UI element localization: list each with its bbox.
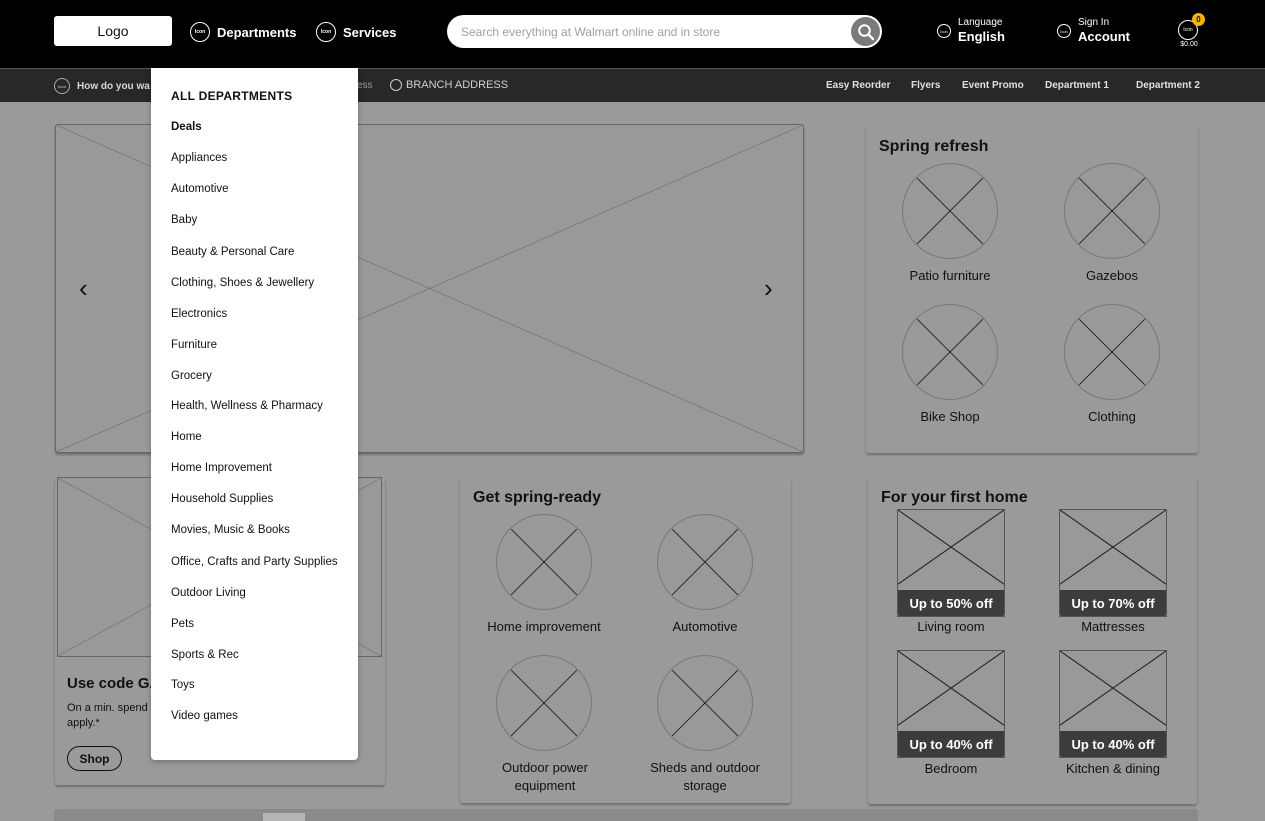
account-button[interactable]: Icon Sign In Account bbox=[1057, 17, 1130, 45]
dept-grocery[interactable]: Grocery bbox=[171, 370, 212, 382]
dropdown-heading: ALL DEPARTMENTS bbox=[171, 89, 293, 103]
services-icon: Icon bbox=[316, 22, 336, 42]
link-event-promo[interactable]: Event Promo bbox=[962, 80, 1024, 91]
dept-electronics[interactable]: Electronics bbox=[171, 308, 227, 320]
category-label[interactable]: Clothing bbox=[1032, 408, 1192, 426]
category-label[interactable]: Mattresses bbox=[1033, 618, 1193, 636]
link-flyers[interactable]: Flyers bbox=[911, 80, 940, 91]
patio-furniture-image[interactable] bbox=[902, 163, 998, 259]
category-label[interactable]: Bedroom bbox=[871, 760, 1031, 778]
services-button[interactable]: Icon Services bbox=[316, 21, 397, 43]
spring-ready-title: Get spring-ready bbox=[473, 489, 602, 506]
link-department-1[interactable]: Department 1 bbox=[1045, 80, 1109, 91]
address-text: ess bbox=[357, 80, 373, 91]
spring-refresh-title: Spring refresh bbox=[879, 138, 989, 155]
category-label[interactable]: Kitchen & dining bbox=[1033, 760, 1193, 778]
hero-next-arrow[interactable]: › bbox=[764, 275, 773, 301]
departments-button[interactable]: Icon Departments bbox=[190, 21, 296, 43]
discount-badge: Up to 40% off bbox=[1060, 731, 1166, 757]
category-label[interactable]: Patio furniture bbox=[870, 267, 1030, 285]
signin-caption: Sign In bbox=[1078, 17, 1110, 28]
shop-button[interactable]: Shop bbox=[67, 746, 122, 771]
dept-clothing[interactable]: Clothing, Shoes & Jewellery bbox=[171, 277, 314, 289]
link-department-2[interactable]: Department 2 bbox=[1136, 80, 1200, 91]
dept-deals[interactable]: Deals bbox=[171, 121, 202, 133]
branch-address-label: BRANCH ADDRESS bbox=[406, 79, 509, 91]
living-room-tile[interactable]: Up to 50% off bbox=[897, 509, 1005, 617]
discount-badge: Up to 40% off bbox=[898, 731, 1004, 757]
dept-toys[interactable]: Toys bbox=[171, 679, 195, 691]
dept-video-games[interactable]: Video games bbox=[171, 710, 238, 722]
dept-sports[interactable]: Sports & Rec bbox=[171, 649, 239, 661]
next-section-tab bbox=[263, 813, 305, 821]
dept-office[interactable]: Office, Crafts and Party Supplies bbox=[171, 556, 338, 568]
dept-home[interactable]: Home bbox=[171, 431, 202, 443]
dept-furniture[interactable]: Furniture bbox=[171, 339, 217, 351]
discount-badge: Up to 70% off bbox=[1060, 590, 1166, 616]
cart-count-badge: 0 bbox=[1192, 13, 1205, 26]
language-caption: Language bbox=[958, 17, 1003, 28]
next-section-strip bbox=[54, 809, 1198, 821]
dept-automotive[interactable]: Automotive bbox=[171, 183, 229, 195]
delivery-prompt[interactable]: Icon How do you wa bbox=[54, 78, 150, 94]
kitchen-dining-tile[interactable]: Up to 40% off bbox=[1059, 650, 1167, 758]
dept-household[interactable]: Household Supplies bbox=[171, 493, 273, 505]
category-label[interactable]: Sheds and outdoor storage bbox=[630, 759, 780, 795]
departments-icon: Icon bbox=[190, 22, 210, 42]
departments-dropdown: ALL DEPARTMENTS Deals Appliances Automot… bbox=[151, 68, 358, 760]
promo-description: On a min. spend apply.* bbox=[67, 702, 148, 729]
promo-title: Use code GA bbox=[67, 675, 161, 692]
clothing-image[interactable] bbox=[1064, 304, 1160, 400]
outdoor-power-equipment-image[interactable] bbox=[496, 655, 592, 751]
discount-badge: Up to 50% off bbox=[898, 590, 1004, 616]
bike-shop-image[interactable] bbox=[902, 304, 998, 400]
search-bar bbox=[447, 15, 882, 48]
automotive-image[interactable] bbox=[657, 514, 753, 610]
language-value: English bbox=[958, 29, 1005, 44]
category-label[interactable]: Living room bbox=[871, 618, 1031, 636]
dept-home-improvement[interactable]: Home Improvement bbox=[171, 462, 272, 474]
category-label[interactable]: Bike Shop bbox=[870, 408, 1030, 426]
account-label: Account bbox=[1078, 29, 1130, 44]
hero-prev-arrow[interactable]: ‹ bbox=[79, 275, 88, 301]
first-home-title: For your first home bbox=[881, 489, 1028, 506]
bedroom-tile[interactable]: Up to 40% off bbox=[897, 650, 1005, 758]
category-label[interactable]: Home improvement bbox=[464, 618, 624, 636]
search-icon bbox=[857, 23, 874, 40]
dept-outdoor[interactable]: Outdoor Living bbox=[171, 587, 246, 599]
branch-address[interactable]: BRANCH ADDRESS bbox=[390, 79, 508, 91]
location-icon bbox=[390, 79, 402, 91]
search-input[interactable] bbox=[461, 15, 841, 48]
mattresses-tile[interactable]: Up to 70% off bbox=[1059, 509, 1167, 617]
dept-health[interactable]: Health, Wellness & Pharmacy bbox=[171, 400, 323, 412]
delivery-prompt-text: How do you wa bbox=[77, 80, 150, 92]
category-label[interactable]: Automotive bbox=[625, 618, 785, 636]
delivery-icon: Icon bbox=[54, 78, 70, 94]
gazebos-image[interactable] bbox=[1064, 163, 1160, 259]
departments-label: Departments bbox=[217, 24, 297, 40]
cart-total: $0.00 bbox=[1180, 41, 1198, 48]
dept-appliances[interactable]: Appliances bbox=[171, 152, 227, 164]
services-label: Services bbox=[343, 24, 397, 40]
dept-beauty[interactable]: Beauty & Personal Care bbox=[171, 246, 294, 258]
category-label[interactable]: Gazebos bbox=[1032, 267, 1192, 285]
account-icon: Icon bbox=[1057, 24, 1071, 38]
sheds-storage-image[interactable] bbox=[657, 655, 753, 751]
link-easy-reorder[interactable]: Easy Reorder bbox=[826, 80, 890, 91]
language-selector[interactable]: Icon Language English bbox=[937, 17, 1005, 45]
top-header: Logo Icon Departments Icon Services Icon… bbox=[0, 0, 1265, 68]
category-label[interactable]: Outdoor power equipment bbox=[470, 759, 620, 795]
dept-baby[interactable]: Baby bbox=[171, 214, 197, 226]
dept-pets[interactable]: Pets bbox=[171, 618, 194, 630]
home-improvement-image[interactable] bbox=[496, 514, 592, 610]
dept-movies[interactable]: Movies, Music & Books bbox=[171, 524, 290, 536]
logo[interactable]: Logo bbox=[54, 16, 172, 46]
search-button[interactable] bbox=[851, 17, 880, 46]
language-icon: Icon bbox=[937, 24, 951, 38]
